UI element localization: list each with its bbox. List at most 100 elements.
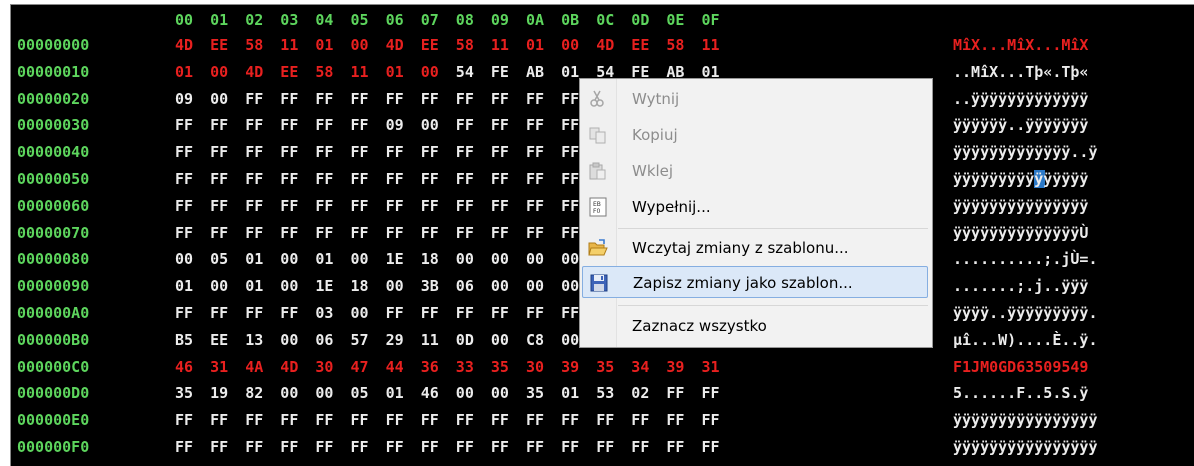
menu-item-cut[interactable]: Wytnij xyxy=(582,83,928,115)
hex-byte-cell[interactable]: FF xyxy=(245,143,263,161)
hex-byte-cell[interactable]: 00 xyxy=(210,277,228,295)
hex-byte-cell[interactable]: EE xyxy=(210,36,228,54)
hex-byte-cell[interactable]: FF xyxy=(596,411,614,429)
hex-byte-cell[interactable]: 01 xyxy=(175,63,193,81)
hex-byte-cell[interactable]: 11 xyxy=(702,36,720,54)
hex-byte-cell[interactable]: FF xyxy=(526,304,544,322)
hex-byte-cell[interactable]: FF xyxy=(245,170,263,188)
hex-byte-cell[interactable]: FF xyxy=(210,116,228,134)
hex-byte-cell[interactable]: 01 xyxy=(386,63,404,81)
hex-byte-cell[interactable]: 09 xyxy=(386,116,404,134)
hex-byte-cell[interactable]: FF xyxy=(491,411,509,429)
hex-byte-cell[interactable]: 3B xyxy=(421,277,439,295)
hex-byte-cell[interactable]: FF xyxy=(421,197,439,215)
hex-byte-cell[interactable]: FF xyxy=(561,197,579,215)
hex-byte-cell[interactable]: 0D xyxy=(456,331,474,349)
hex-byte-cell[interactable]: B5 xyxy=(175,331,193,349)
hex-byte-cell[interactable]: 46 xyxy=(421,384,439,402)
hex-byte-cell[interactable]: 36 xyxy=(421,358,439,376)
hex-byte-cell[interactable]: FF xyxy=(526,170,544,188)
hex-byte-cell[interactable]: 01 xyxy=(315,36,333,54)
hex-byte-cell[interactable]: FF xyxy=(491,116,509,134)
hex-byte-cell[interactable]: 00 xyxy=(421,116,439,134)
hex-byte-cell[interactable]: EE xyxy=(210,331,228,349)
menu-item-select-all[interactable]: Zaznacz wszystko xyxy=(582,310,928,342)
hex-byte-cell[interactable]: FF xyxy=(702,384,720,402)
ascii-row[interactable]: 5......F..5.S.ÿ xyxy=(953,384,1088,402)
hex-byte-cell[interactable]: FF xyxy=(175,224,193,242)
hex-byte-cell[interactable]: FF xyxy=(456,170,474,188)
hex-byte-cell[interactable]: FF xyxy=(280,411,298,429)
hex-byte-cell[interactable]: FF xyxy=(456,143,474,161)
hex-byte-cell[interactable]: 54 xyxy=(456,63,474,81)
hex-byte-cell[interactable]: FF xyxy=(351,90,369,108)
hex-byte-cell[interactable]: FF xyxy=(175,304,193,322)
hex-byte-cell[interactable]: FF xyxy=(351,224,369,242)
hex-byte-cell[interactable]: FF xyxy=(491,304,509,322)
ascii-row[interactable]: ..ÿÿÿÿÿÿÿÿÿÿÿÿÿ xyxy=(953,90,1088,108)
hex-byte-cell[interactable]: FF xyxy=(421,411,439,429)
hex-byte-cell[interactable]: FF xyxy=(315,224,333,242)
ascii-row[interactable]: ÿÿÿÿÿÿÿÿÿÿÿÿÿÿÿ xyxy=(953,197,1088,215)
hex-byte-cell[interactable]: FF xyxy=(315,411,333,429)
hex-byte-cell[interactable]: FF xyxy=(421,304,439,322)
hex-byte-cell[interactable]: FF xyxy=(280,224,298,242)
hex-byte-cell[interactable]: FF xyxy=(561,438,579,456)
hex-byte-cell[interactable]: FF xyxy=(210,197,228,215)
hex-byte-cell[interactable]: 06 xyxy=(315,331,333,349)
hex-byte-cell[interactable]: FF xyxy=(280,197,298,215)
hex-byte-cell[interactable]: FF xyxy=(386,197,404,215)
hex-byte-cell[interactable]: 4D xyxy=(245,63,263,81)
hex-byte-cell[interactable]: 1E xyxy=(315,277,333,295)
hex-byte-cell[interactable]: FF xyxy=(386,224,404,242)
hex-byte-cell[interactable]: FF xyxy=(280,170,298,188)
hex-byte-cell[interactable]: FF xyxy=(315,116,333,134)
ascii-row[interactable]: ..MîX...Tþ«.Tþ« xyxy=(953,63,1088,81)
hex-byte-cell[interactable]: 39 xyxy=(666,358,684,376)
ascii-row[interactable]: ÿÿÿÿÿÿÿÿÿÿÿÿÿÿÙ xyxy=(953,224,1088,242)
hex-byte-cell[interactable]: 11 xyxy=(351,63,369,81)
hex-byte-cell[interactable]: FF xyxy=(210,224,228,242)
ascii-row[interactable]: ÿÿÿÿÿÿ..ÿÿÿÿÿÿÿ xyxy=(953,116,1088,134)
hex-byte-cell[interactable]: 01 xyxy=(561,384,579,402)
hex-byte-cell[interactable]: 4A xyxy=(245,358,263,376)
hex-byte-cell[interactable]: 13 xyxy=(245,331,263,349)
hex-byte-cell[interactable]: FF xyxy=(702,438,720,456)
menu-item-save-template[interactable]: Zapisz zmiany jako szablon... xyxy=(582,266,928,298)
hex-byte-cell[interactable]: FF xyxy=(561,224,579,242)
hex-byte-cell[interactable]: 00 xyxy=(351,304,369,322)
hex-byte-cell[interactable]: 4D xyxy=(596,36,614,54)
hex-byte-cell[interactable]: 05 xyxy=(351,384,369,402)
hex-byte-cell[interactable]: EE xyxy=(421,36,439,54)
hex-byte-cell[interactable]: 53 xyxy=(596,384,614,402)
hex-byte-cell[interactable]: FF xyxy=(351,197,369,215)
hex-byte-cell[interactable]: 00 xyxy=(491,250,509,268)
hex-byte-cell[interactable]: 18 xyxy=(351,277,369,295)
hex-byte-cell[interactable]: 47 xyxy=(351,358,369,376)
hex-byte-cell[interactable]: FF xyxy=(526,90,544,108)
hex-byte-cell[interactable]: FF xyxy=(421,438,439,456)
hex-byte-cell[interactable]: FF xyxy=(351,411,369,429)
menu-item-copy[interactable]: Kopiuj xyxy=(582,119,928,151)
hex-byte-cell[interactable]: 01 xyxy=(561,63,579,81)
hex-byte-cell[interactable]: FF xyxy=(561,304,579,322)
hex-byte-cell[interactable]: FF xyxy=(386,438,404,456)
hex-byte-cell[interactable]: 30 xyxy=(315,358,333,376)
hex-byte-cell[interactable]: FF xyxy=(175,143,193,161)
hex-byte-cell[interactable]: 01 xyxy=(245,277,263,295)
hex-byte-cell[interactable]: FF xyxy=(245,90,263,108)
hex-byte-cell[interactable]: 00 xyxy=(351,250,369,268)
hex-byte-cell[interactable]: FF xyxy=(386,411,404,429)
hex-byte-cell[interactable]: FF xyxy=(491,438,509,456)
ascii-row[interactable]: µî...W)....È..ÿ. xyxy=(953,331,1098,349)
hex-byte-cell[interactable]: FF xyxy=(351,170,369,188)
hex-byte-cell[interactable]: 00 xyxy=(491,384,509,402)
menu-item-load-template[interactable]: Wczytaj zmiany z szablonu... xyxy=(582,232,928,264)
hex-byte-cell[interactable]: 00 xyxy=(386,277,404,295)
hex-byte-cell[interactable]: 00 xyxy=(351,36,369,54)
hex-byte-cell[interactable]: 46 xyxy=(175,358,193,376)
hex-byte-cell[interactable]: FF xyxy=(245,197,263,215)
ascii-row[interactable]: F1JM0GD63509549 xyxy=(953,358,1088,376)
hex-byte-cell[interactable]: 00 xyxy=(561,331,579,349)
hex-byte-cell[interactable]: 01 xyxy=(526,36,544,54)
